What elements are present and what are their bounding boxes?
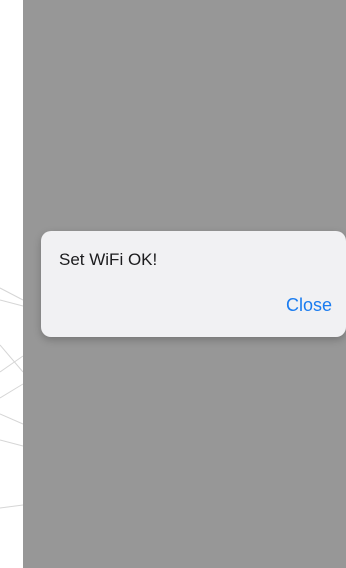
alert-message: Set WiFi OK! — [59, 250, 158, 269]
alert-dialog: Set WiFi OK! Close — [41, 231, 346, 337]
app-screen: Set WiFi OK! Close — [0, 0, 346, 568]
close-button[interactable]: Close — [286, 295, 332, 316]
